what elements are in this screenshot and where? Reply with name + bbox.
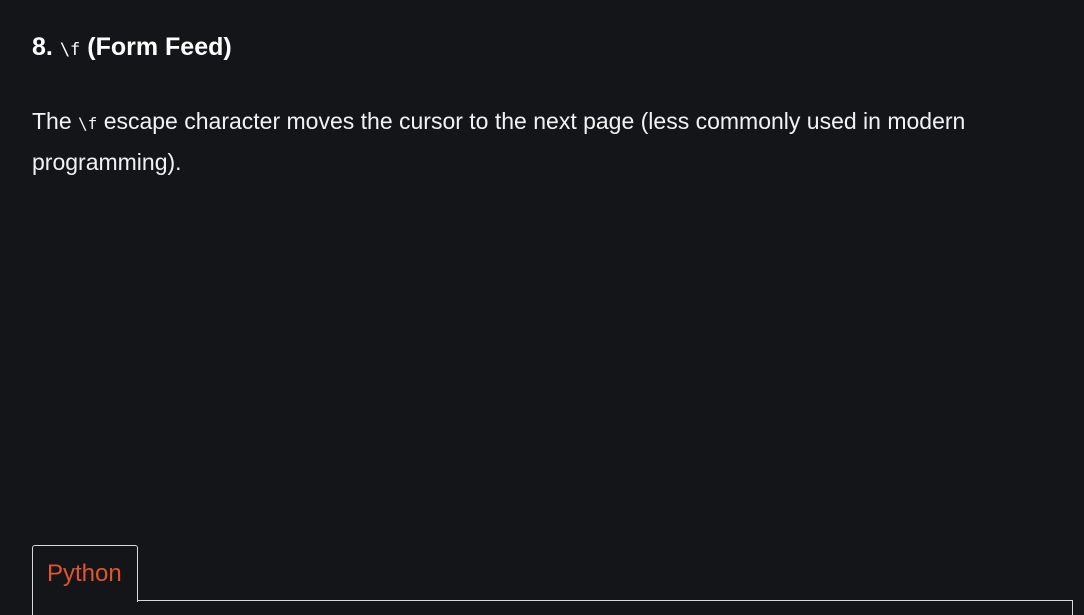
description-prefix: The [32, 108, 72, 134]
section-description: The \f escape character moves the cursor… [32, 102, 1062, 182]
heading-code: \f [59, 40, 81, 60]
section-heading: 8. \f (Form Feed) [32, 30, 232, 67]
code-tabs: Python [32, 545, 1075, 615]
description-code: \f [78, 114, 98, 133]
heading-number: 8. [32, 33, 53, 61]
description-text: escape character moves the cursor to the… [32, 108, 966, 175]
tab-python[interactable]: Python [32, 545, 138, 602]
code-panel [32, 600, 1073, 615]
heading-text: (Form Feed) [87, 33, 232, 61]
tab-python-label: Python [47, 560, 122, 587]
